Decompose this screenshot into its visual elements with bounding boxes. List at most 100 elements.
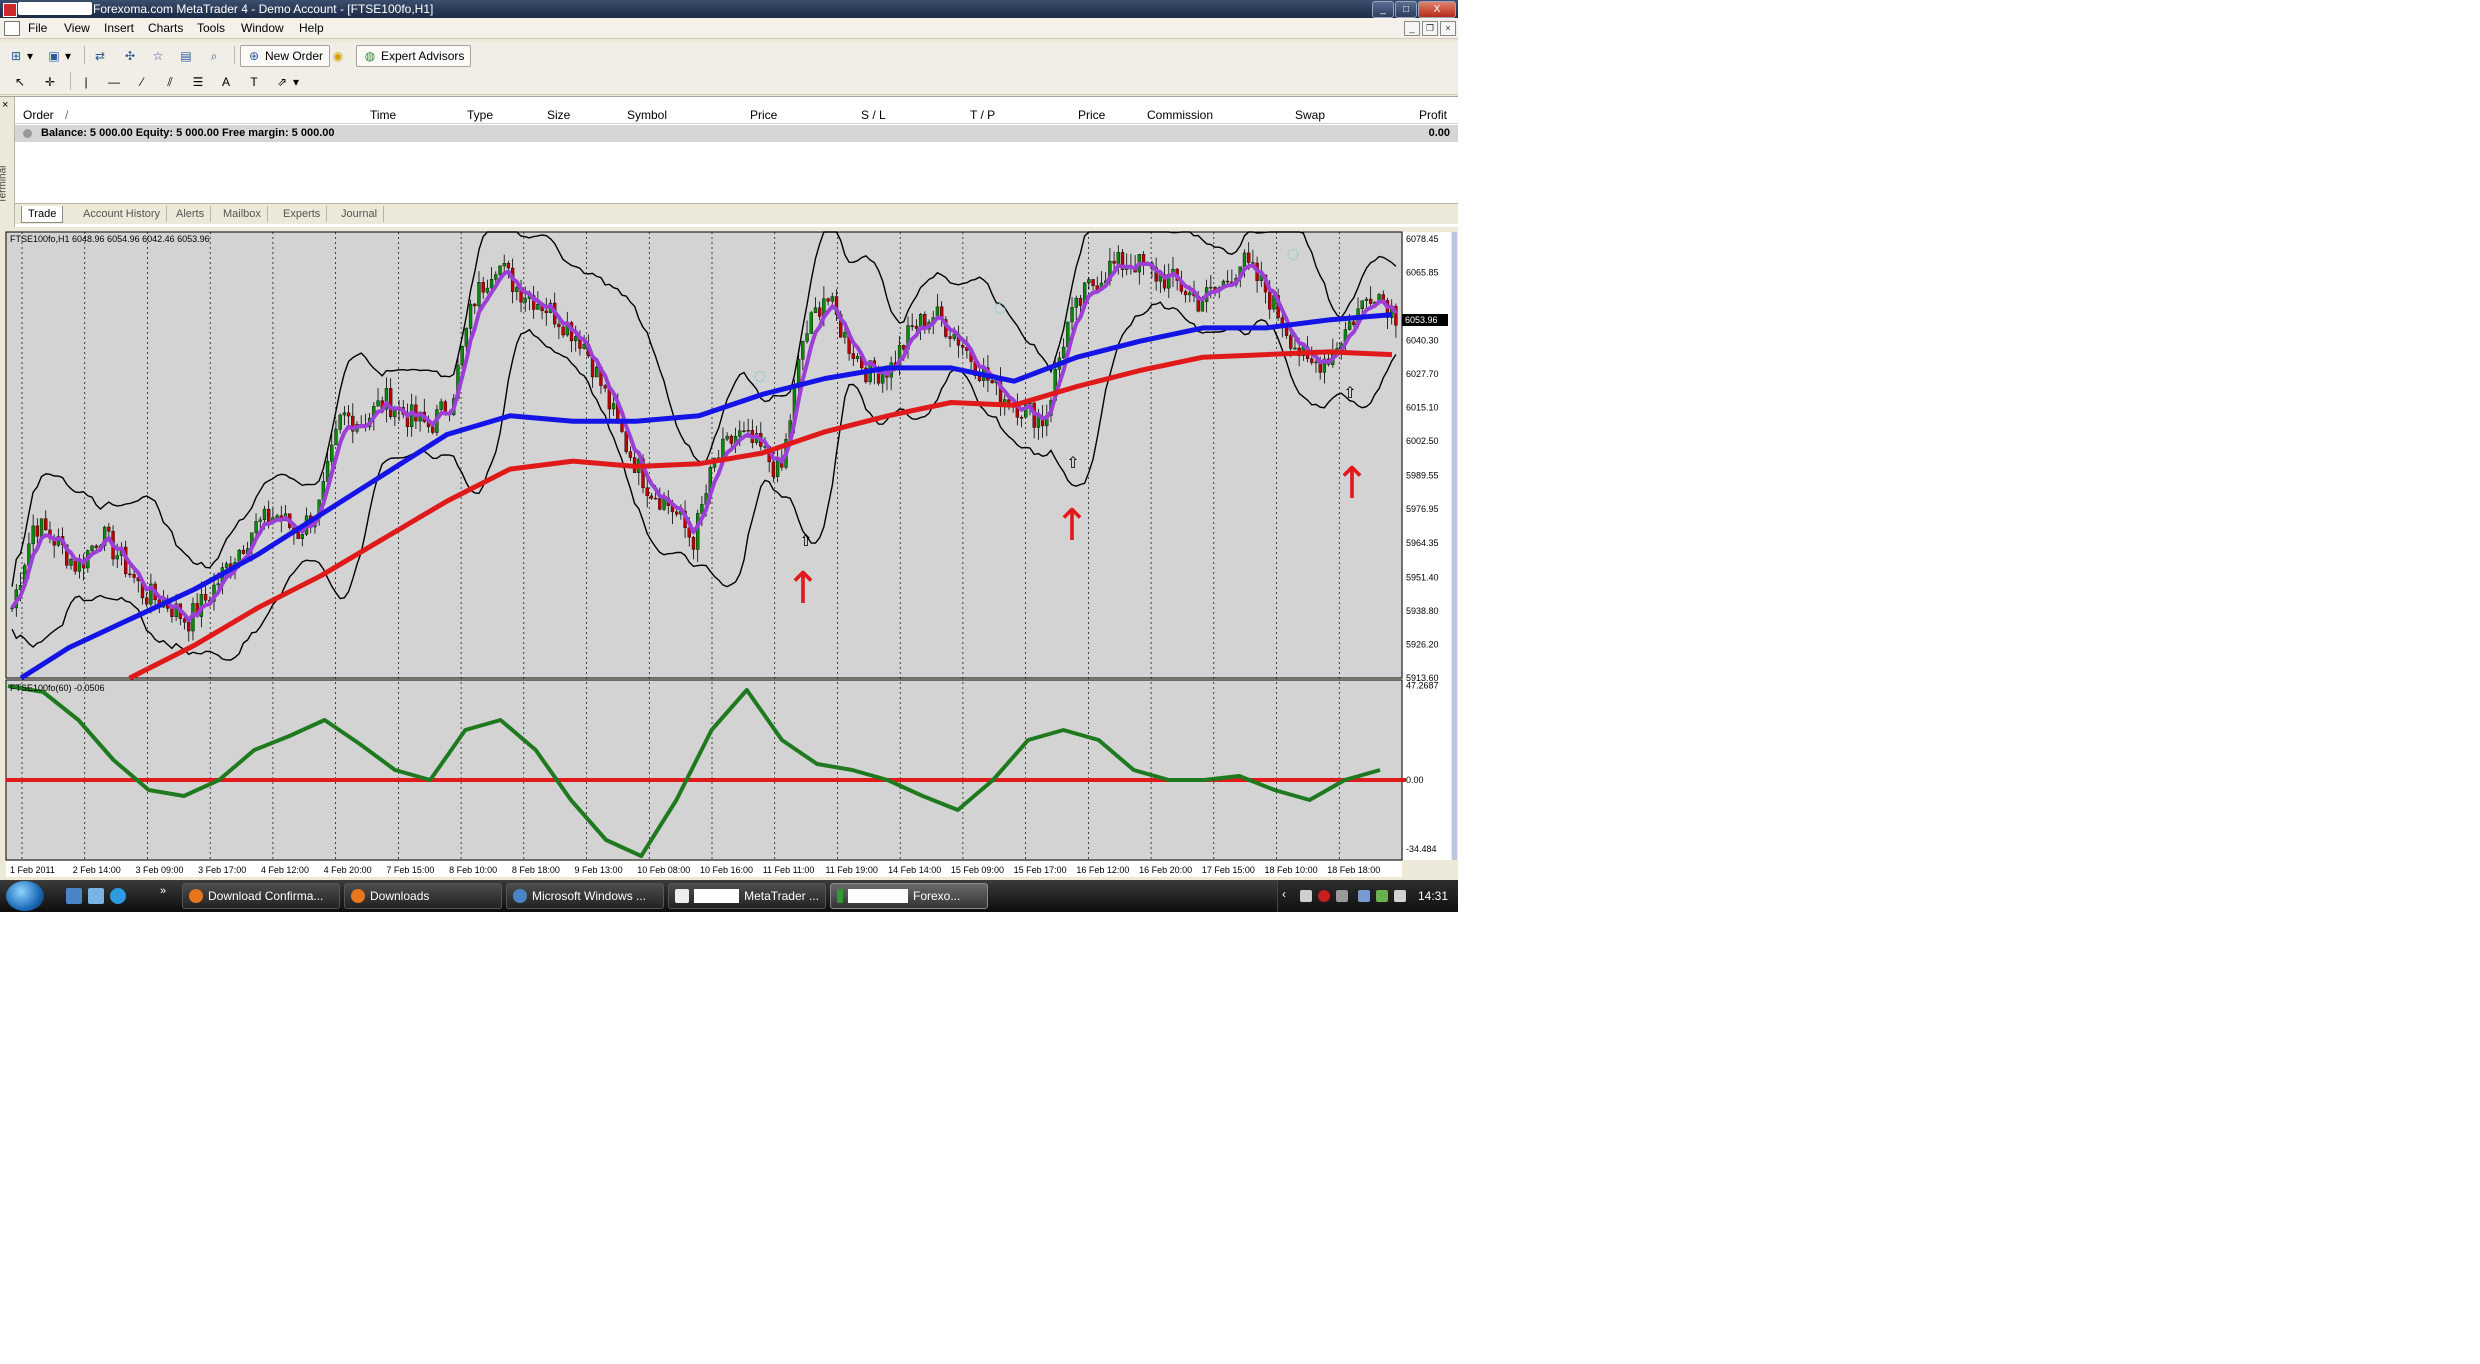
col-swap[interactable]: Swap [1295, 108, 1325, 122]
task-metatrader[interactable]: MetaTrader ... [668, 883, 826, 909]
crosshair-tool[interactable]: ✛ [42, 71, 58, 93]
terminal-tabs: Trade Account History Alerts Mailbox Exp… [15, 203, 1458, 224]
balance-profit: 0.00 [1428, 127, 1450, 139]
start-button[interactable] [6, 881, 44, 911]
cursor-tool[interactable]: ↖ [12, 71, 28, 93]
maximize-button[interactable]: □ [1395, 1, 1417, 18]
tray-app-icon[interactable] [1358, 890, 1370, 902]
col-tp[interactable]: T / P [970, 108, 995, 122]
col-order[interactable]: Order [23, 108, 54, 122]
new-order-icon: ⊕ [248, 49, 260, 63]
tab-experts[interactable]: Experts [277, 206, 328, 222]
chart-window-icon[interactable] [4, 21, 20, 36]
tester-button[interactable]: ⌕ [206, 45, 222, 67]
expert-advisors-button[interactable]: ◍ Expert Advisors [356, 45, 472, 67]
balance-row[interactable]: Balance: 5 000.00 Equity: 5 000.00 Free … [15, 125, 1458, 142]
network-icon[interactable] [1376, 890, 1388, 902]
horizontal-line-tool[interactable]: — [106, 71, 122, 93]
task-microsoft-windows[interactable]: Microsoft Windows ... [506, 883, 664, 909]
candle-body [216, 583, 220, 586]
windows-app-icon [513, 889, 527, 903]
col-price-current[interactable]: Price [1078, 108, 1105, 122]
candle-body [611, 403, 616, 410]
favorites-button[interactable]: ☆ [150, 45, 166, 67]
menu-tools[interactable]: Tools [197, 21, 225, 35]
label-tool[interactable]: T [246, 71, 262, 93]
task-download-confirmation[interactable]: Download Confirma... [182, 883, 340, 909]
menu-file[interactable]: File [28, 21, 47, 35]
switch-windows-icon[interactable] [88, 888, 104, 904]
col-type[interactable]: Type [467, 108, 493, 122]
text-tool[interactable]: A [218, 71, 234, 93]
line-studies-toolbar: ↖ ✛ | — ⁄ ⫽ ☰ A T ⇗ ▾ [0, 68, 1458, 95]
profiles-button[interactable]: ▣ ▾ [46, 45, 72, 67]
time-tick-label: 4 Feb 12:00 [261, 865, 309, 875]
market-watch-button[interactable]: ⇄ [92, 45, 108, 67]
fibonacci-tool[interactable]: ☰ [190, 71, 206, 93]
terminal-button[interactable]: ▤ [178, 45, 194, 67]
child-close-icon[interactable]: × [1440, 21, 1456, 36]
channel-tool[interactable]: ⫽ [162, 71, 178, 93]
close-button[interactable]: X [1418, 1, 1456, 18]
new-chart-button[interactable]: ⊞ ▾ [8, 45, 34, 67]
candle-body [771, 461, 776, 477]
channel-icon: ⫽ [167, 75, 173, 89]
navigator-button[interactable]: ✣ [122, 45, 138, 67]
tab-alerts[interactable]: Alerts [170, 206, 212, 222]
terminal-close-icon[interactable]: × [2, 99, 8, 111]
task-label: Forexo... [913, 889, 961, 903]
menu-charts[interactable]: Charts [148, 21, 183, 35]
tab-mailbox[interactable]: Mailbox [217, 206, 268, 222]
quicklaunch-overflow-icon[interactable]: » [160, 885, 176, 901]
child-restore-icon[interactable]: ❐ [1422, 21, 1438, 36]
tray-app-icon[interactable] [1336, 890, 1348, 902]
security-alert-icon[interactable] [1318, 890, 1330, 902]
scroll-handle[interactable] [1452, 232, 1457, 860]
candle-body [830, 296, 834, 302]
arrows-tool[interactable]: ⇗ ▾ [274, 71, 300, 93]
menu-help[interactable]: Help [299, 21, 324, 35]
time-tick-label: 17 Feb 15:00 [1202, 865, 1255, 875]
col-time[interactable]: Time [370, 108, 396, 122]
tray-expand-icon[interactable]: ‹ [1282, 887, 1294, 901]
minimize-button[interactable]: _ [1372, 1, 1394, 18]
tab-journal[interactable]: Journal [335, 206, 385, 222]
candle-body [674, 511, 679, 515]
trendline-tool[interactable]: ⁄ [134, 71, 150, 93]
child-minimize-icon[interactable]: _ [1404, 21, 1420, 36]
main-chart-area[interactable] [5, 231, 1403, 679]
show-desktop-icon[interactable] [66, 888, 82, 904]
col-sl[interactable]: S / L [861, 108, 886, 122]
candle-body [468, 303, 473, 329]
menu-view[interactable]: View [64, 21, 90, 35]
meta-editor-button[interactable]: ◉ [330, 45, 346, 67]
tab-trade[interactable]: Trade [21, 206, 64, 223]
task-forexoma[interactable]: Forexo... [830, 883, 988, 909]
redacted-area [18, 2, 92, 15]
price-chart[interactable]: 1 Feb 2011 2 Feb 14:00 3 Feb 09:00 3 Feb 17… [0, 228, 1458, 878]
menu-insert[interactable]: Insert [104, 21, 134, 35]
col-size[interactable]: Size [547, 108, 570, 122]
new-order-button[interactable]: ⊕ New Order [240, 45, 331, 67]
candle-body [1352, 321, 1356, 325]
vertical-line-tool[interactable]: | [78, 71, 94, 93]
tray-app-icon[interactable] [1300, 890, 1312, 902]
menu-window[interactable]: Window [241, 21, 284, 35]
col-sort[interactable]: / [65, 108, 68, 122]
col-profit[interactable]: Profit [1419, 108, 1447, 122]
col-price[interactable]: Price [750, 108, 777, 122]
volume-icon[interactable] [1394, 890, 1406, 902]
time-tick-label: 1 Feb 2011 [10, 865, 55, 875]
internet-explorer-icon[interactable] [110, 888, 126, 904]
indicator-area[interactable] [5, 679, 1403, 861]
col-symbol[interactable]: Symbol [627, 108, 667, 122]
candle-body [961, 345, 965, 348]
task-downloads[interactable]: Downloads [344, 883, 502, 909]
col-commission[interactable]: Commission [1147, 108, 1213, 122]
firefox-icon [351, 889, 365, 903]
chart-window[interactable]: 1 Feb 2011 2 Feb 14:00 3 Feb 09:00 3 Feb 17… [0, 228, 1458, 878]
tab-account-history[interactable]: Account History [77, 206, 168, 222]
candle-body [843, 332, 847, 338]
standard-toolbar: ⊞ ▾ ▣ ▾ ⇄ ✣ ☆ ▤ ⌕ ⊕ New Order ◉ ◍ Expert Adv… [0, 42, 1458, 69]
clock[interactable]: 14:31 [1418, 889, 1448, 903]
